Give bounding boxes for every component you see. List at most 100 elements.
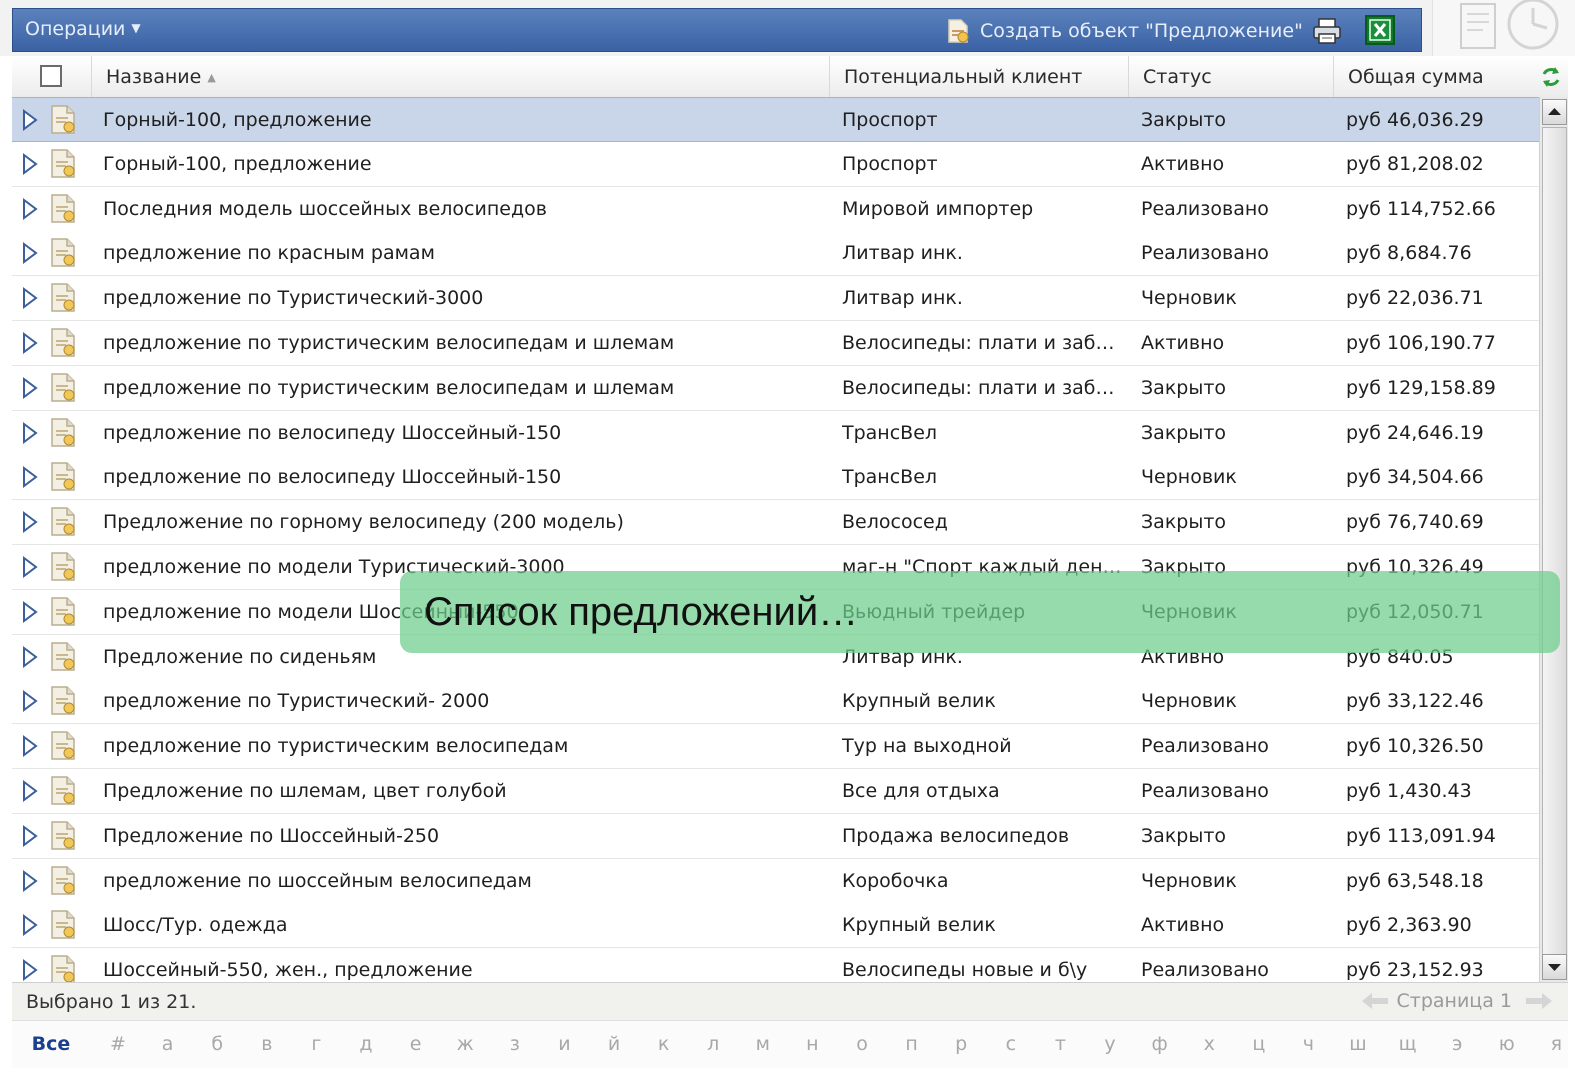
next-page-icon[interactable]: [1524, 990, 1554, 1012]
alphabet-filter-letter[interactable]: #: [98, 1033, 138, 1055]
cell-client[interactable]: Проспорт: [842, 142, 1122, 187]
column-header-name[interactable]: Название ▲: [91, 56, 829, 98]
cell-name[interactable]: Предложение по горному велосипеду (200 м…: [103, 500, 823, 545]
cell-client[interactable]: Крупный велик: [842, 679, 1122, 724]
table-row[interactable]: предложение по красным рамам Литвар инк. Р…: [12, 231, 1539, 277]
cell-client[interactable]: Проспорт: [842, 98, 1122, 143]
printer-icon[interactable]: [1311, 17, 1343, 45]
cell-client[interactable]: Коробочка: [842, 859, 1122, 904]
alphabet-filter-all[interactable]: Все: [31, 1033, 71, 1055]
table-row[interactable]: предложение по Туристический- 2000 Крупны…: [12, 679, 1539, 725]
expand-triangle-icon[interactable]: [22, 242, 38, 265]
cell-name[interactable]: Шоссейный-550, жен., предложение: [103, 948, 823, 982]
expand-triangle-icon[interactable]: [22, 421, 38, 444]
alphabet-filter-letter[interactable]: г: [296, 1033, 336, 1055]
table-row[interactable]: предложение по туристическим велосипедам…: [12, 365, 1539, 411]
cell-client[interactable]: Велосипеды: плати и заби…: [842, 321, 1122, 366]
expand-triangle-icon[interactable]: [22, 556, 38, 578]
cell-client[interactable]: Мировой импортер: [842, 187, 1122, 232]
table-row[interactable]: Последния модель шоссейных велосипедов Ми…: [12, 186, 1539, 232]
alphabet-filter-letter[interactable]: а: [148, 1033, 188, 1055]
alphabet-filter-letter[interactable]: ч: [1288, 1033, 1328, 1055]
expand-triangle-icon[interactable]: [22, 152, 38, 175]
cell-name[interactable]: предложение по туристическим велосипедам: [103, 724, 823, 769]
table-row[interactable]: предложение по велосипеду Шоссейный-150 Т…: [12, 410, 1539, 456]
expand-triangle-icon[interactable]: [22, 376, 38, 399]
cell-client[interactable]: Все для отдыха: [842, 769, 1122, 814]
table-row[interactable]: Предложение по Шоссейный-250 Продажа вело…: [12, 813, 1539, 859]
table-row[interactable]: Шоссейный-550, жен., предложение Велосипе…: [12, 948, 1539, 982]
scroll-up-button[interactable]: [1542, 99, 1567, 125]
table-row[interactable]: предложение по велосипеду Шоссейный-150 Т…: [12, 455, 1539, 501]
alphabet-filter-letter[interactable]: э: [1437, 1033, 1477, 1055]
refresh-icon[interactable]: [1539, 64, 1563, 90]
cell-client[interactable]: Велосипеды: плати и заби…: [842, 366, 1122, 411]
alphabet-filter-letter[interactable]: у: [1090, 1033, 1130, 1055]
cell-client[interactable]: Велосипеды новые и б\у: [842, 948, 1122, 982]
alphabet-filter-letter[interactable]: я: [1536, 1033, 1575, 1055]
table-row[interactable]: Горный-100, предложение Проспорт Активно ру…: [12, 141, 1539, 187]
cell-client[interactable]: ТрансВел: [842, 455, 1122, 500]
alphabet-filter-letter[interactable]: в: [247, 1033, 287, 1055]
cell-name[interactable]: предложение по туристическим велосипедам…: [103, 366, 823, 411]
expand-triangle-icon[interactable]: [22, 287, 38, 310]
expand-triangle-icon[interactable]: [22, 735, 38, 758]
alphabet-filter-letter[interactable]: о: [842, 1033, 882, 1055]
expand-triangle-icon[interactable]: [22, 780, 38, 802]
table-row[interactable]: Предложение по шлемам, цвет голубой Все д…: [12, 769, 1539, 814]
cell-name[interactable]: предложение по Туристический- 2000: [103, 679, 823, 724]
alphabet-filter-letter[interactable]: л: [693, 1033, 733, 1055]
alphabet-filter-letter[interactable]: ш: [1338, 1033, 1378, 1055]
create-quote-button[interactable]: Создать объект "Предложение": [946, 17, 1303, 45]
cell-client[interactable]: Крупный велик: [842, 903, 1122, 948]
alphabet-filter-letter[interactable]: б: [197, 1033, 237, 1055]
scrollbar-thumb[interactable]: [1542, 127, 1567, 969]
alphabet-filter-letter[interactable]: к: [644, 1033, 684, 1055]
alphabet-filter-letter[interactable]: и: [544, 1033, 584, 1055]
cell-client[interactable]: ТрансВел: [842, 411, 1122, 456]
alphabet-filter-letter[interactable]: с: [991, 1033, 1031, 1055]
expand-triangle-icon[interactable]: [22, 332, 38, 354]
expand-triangle-icon[interactable]: [22, 511, 38, 534]
cell-name[interactable]: предложение по Туристический-3000: [103, 276, 823, 321]
alphabet-filter-letter[interactable]: ц: [1239, 1033, 1279, 1055]
table-row[interactable]: предложение по шоссейным велосипедам Коро…: [12, 858, 1539, 904]
cell-name[interactable]: Последния модель шоссейных велосипедов: [103, 187, 823, 232]
expand-triangle-icon[interactable]: [22, 690, 38, 713]
cell-name[interactable]: Горный-100, предложение: [103, 98, 823, 143]
table-row[interactable]: предложение по туристическим велосипедам…: [12, 724, 1539, 770]
cell-client[interactable]: Велососед: [842, 500, 1122, 545]
expand-triangle-icon[interactable]: [22, 109, 38, 131]
operations-menu[interactable]: Операции ▼: [25, 18, 141, 40]
table-row[interactable]: Предложение по горному велосипеду (200 м…: [12, 500, 1539, 546]
select-all-checkbox[interactable]: [40, 65, 62, 87]
column-header-client[interactable]: Потенциальный клиент: [829, 56, 1128, 98]
cell-name[interactable]: Шосс/Тур. одежда: [103, 903, 823, 948]
cell-name[interactable]: предложение по туристическим велосипедам…: [103, 321, 823, 366]
expand-triangle-icon[interactable]: [22, 197, 38, 220]
cell-client[interactable]: Литвар инк.: [842, 231, 1122, 276]
column-header-status[interactable]: Статус: [1128, 56, 1333, 98]
scroll-down-button[interactable]: [1542, 954, 1567, 980]
alphabet-filter-letter[interactable]: р: [941, 1033, 981, 1055]
alphabet-filter-letter[interactable]: й: [594, 1033, 634, 1055]
previous-page-icon[interactable]: [1360, 990, 1390, 1012]
expand-triangle-icon[interactable]: [22, 824, 38, 847]
cell-name[interactable]: предложение по шоссейным велосипедам: [103, 859, 823, 904]
excel-export-icon[interactable]: [1365, 15, 1395, 45]
expand-triangle-icon[interactable]: [22, 914, 38, 937]
alphabet-filter-letter[interactable]: щ: [1388, 1033, 1428, 1055]
expand-triangle-icon[interactable]: [22, 869, 38, 892]
alphabet-filter-letter[interactable]: д: [346, 1033, 386, 1055]
cell-name[interactable]: предложение по красным рамам: [103, 231, 823, 276]
alphabet-filter-letter[interactable]: х: [1189, 1033, 1229, 1055]
expand-triangle-icon[interactable]: [22, 645, 38, 668]
alphabet-filter-letter[interactable]: з: [495, 1033, 535, 1055]
cell-client[interactable]: Тур на выходной: [842, 724, 1122, 769]
alphabet-filter-letter[interactable]: ж: [445, 1033, 485, 1055]
alphabet-filter-letter[interactable]: ф: [1140, 1033, 1180, 1055]
alphabet-filter-letter[interactable]: е: [396, 1033, 436, 1055]
alphabet-filter-letter[interactable]: м: [743, 1033, 783, 1055]
alphabet-filter-letter[interactable]: п: [892, 1033, 932, 1055]
expand-triangle-icon[interactable]: [22, 959, 38, 982]
